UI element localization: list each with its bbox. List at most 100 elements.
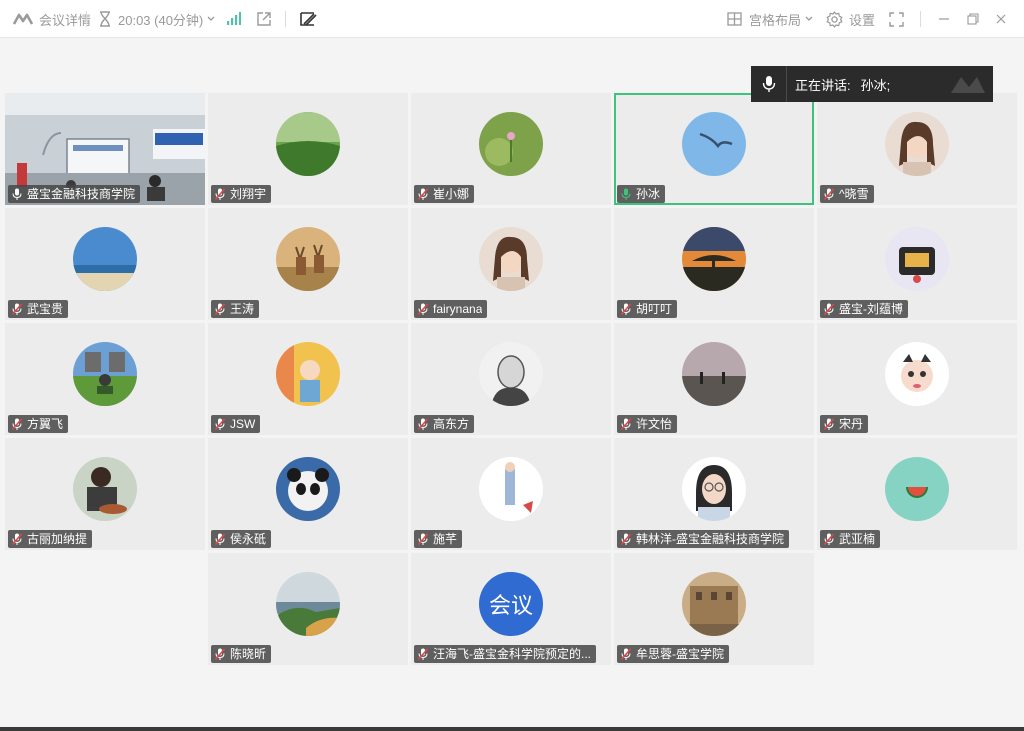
participant-tile[interactable]: 孙冰: [614, 93, 814, 205]
participant-tile[interactable]: 陈晓昕: [208, 553, 408, 665]
avatar: [682, 227, 746, 291]
avatar: [682, 572, 746, 636]
participant-tile[interactable]: 许文怡: [614, 323, 814, 435]
mic-muted-icon: [617, 415, 634, 433]
meeting-time-label: 20:03 (40分钟): [118, 12, 204, 28]
participant-tile[interactable]: 侯永砥: [208, 438, 408, 550]
participant-tile[interactable]: 会议 汪海飞-盛宝金科学院预定的...: [411, 553, 611, 665]
participant-name: 王涛: [230, 302, 255, 316]
mic-muted-icon: [414, 185, 431, 203]
avatar: [276, 227, 340, 291]
mic-muted-icon: [211, 530, 228, 548]
toolbar-divider: [285, 11, 286, 27]
mic-muted-icon: [414, 415, 431, 433]
participant-name: 崔小娜: [433, 187, 470, 201]
participant-tile[interactable]: 武亚楠: [817, 438, 1017, 550]
participant-tile[interactable]: 古丽加纳提: [5, 438, 205, 550]
participant-tile[interactable]: 刘翔宇: [208, 93, 408, 205]
avatar: [682, 342, 746, 406]
avatar: [479, 112, 543, 176]
avatar: [885, 227, 949, 291]
mic-muted-icon: [211, 185, 228, 203]
participant-tile[interactable]: ^晓雪: [817, 93, 1017, 205]
avatar: [479, 227, 543, 291]
participant-name: ^晓雪: [839, 187, 869, 201]
participant-name-tag: 宋丹: [820, 415, 869, 433]
annotation-button[interactable]: [300, 0, 317, 38]
mic-muted-icon: [820, 415, 837, 433]
microphone-icon: [751, 66, 787, 102]
share-screen-button[interactable]: [256, 0, 272, 38]
participant-tile[interactable]: 盛宝-刘蕴博: [817, 208, 1017, 320]
avatar: [73, 457, 137, 521]
participant-tile[interactable]: JSW: [208, 323, 408, 435]
participant-tile[interactable]: 方翼飞: [5, 323, 205, 435]
participant-name-tag: 孙冰: [617, 185, 666, 203]
meeting-info-button[interactable]: 会议详情: [13, 0, 91, 38]
participant-name: 施芊: [433, 532, 458, 546]
participant-name-tag: 刘翔宇: [211, 185, 272, 203]
fullscreen-button[interactable]: [889, 0, 904, 38]
participant-tile[interactable]: 宋丹: [817, 323, 1017, 435]
participant-name-tag: 武亚楠: [820, 530, 881, 548]
close-button[interactable]: [995, 0, 1007, 38]
avatar: [682, 457, 746, 521]
participant-name-tag: 盛宝金融科技商学院: [8, 185, 141, 203]
avatar: [276, 112, 340, 176]
participant-tile[interactable]: 武宝贵: [5, 208, 205, 320]
speaker-name: 孙冰;: [860, 77, 891, 93]
grid-layout-icon: [727, 12, 742, 26]
participant-name-tag: 方翼飞: [8, 415, 69, 433]
participant-name: 武宝贵: [27, 302, 64, 316]
participant-name: 牟思蓉-盛宝学院: [636, 647, 724, 661]
participant-name: 许文怡: [636, 417, 673, 431]
participant-name: 盛宝-刘蕴博: [839, 302, 903, 316]
mic-muted-icon: [211, 300, 228, 318]
microphone-icon: [617, 185, 634, 203]
layout-button[interactable]: 宫格布局: [727, 0, 813, 38]
minimize-icon: [938, 13, 950, 25]
avatar: [885, 457, 949, 521]
participant-name: 武亚楠: [839, 532, 876, 546]
participant-name: fairynana: [433, 302, 483, 316]
toolbar-divider: [920, 11, 921, 27]
restore-button[interactable]: [967, 0, 979, 38]
participant-tile[interactable]: 王涛: [208, 208, 408, 320]
mic-muted-icon: [211, 645, 228, 663]
participant-tile[interactable]: fairynana: [411, 208, 611, 320]
participant-tile[interactable]: 崔小娜: [411, 93, 611, 205]
hourglass-icon: [98, 11, 112, 27]
avatar: [276, 342, 340, 406]
network-signal-button[interactable]: [226, 0, 241, 38]
participant-name-tag: 王涛: [211, 300, 260, 318]
chevron-down-icon: [805, 16, 813, 22]
participant-name-tag: ^晓雪: [820, 185, 874, 203]
brand-watermark-icon: [949, 73, 987, 98]
mic-muted-icon: [8, 415, 25, 433]
participant-name-tag: 高东方: [414, 415, 475, 433]
restore-window-icon: [967, 13, 979, 25]
top-toolbar: 会议详情 20:03 (40分钟) 宫格布局 设置: [0, 0, 1024, 38]
participant-name: 韩林洋-盛宝金融科技商学院: [636, 532, 784, 546]
participant-tile[interactable]: 胡叮叮: [614, 208, 814, 320]
mic-muted-icon: [414, 300, 431, 318]
participant-tile[interactable]: 韩林洋-盛宝金融科技商学院: [614, 438, 814, 550]
active-speaker-banner: 正在讲话: 孙冰;: [751, 66, 993, 102]
participant-name: 方翼飞: [27, 417, 64, 431]
participant-tile[interactable]: 盛宝金融科技商学院: [5, 93, 205, 205]
participant-tile[interactable]: 牟思蓉-盛宝学院: [614, 553, 814, 665]
meeting-timer[interactable]: 20:03 (40分钟): [98, 0, 215, 38]
participant-name: 盛宝金融科技商学院: [27, 187, 136, 201]
participant-tile[interactable]: 施芊: [411, 438, 611, 550]
mic-muted-icon: [617, 300, 634, 318]
participant-tile[interactable]: 高东方: [411, 323, 611, 435]
avatar: [885, 342, 949, 406]
chevron-down-icon: [207, 16, 215, 22]
participant-name-tag: 盛宝-刘蕴博: [820, 300, 908, 318]
layout-label: 宫格布局: [749, 12, 802, 28]
mic-muted-icon: [8, 530, 25, 548]
minimize-button[interactable]: [938, 0, 950, 38]
toolbar-divider: [86, 11, 87, 27]
settings-button[interactable]: 设置: [826, 0, 875, 38]
participant-name: 胡叮叮: [636, 302, 673, 316]
